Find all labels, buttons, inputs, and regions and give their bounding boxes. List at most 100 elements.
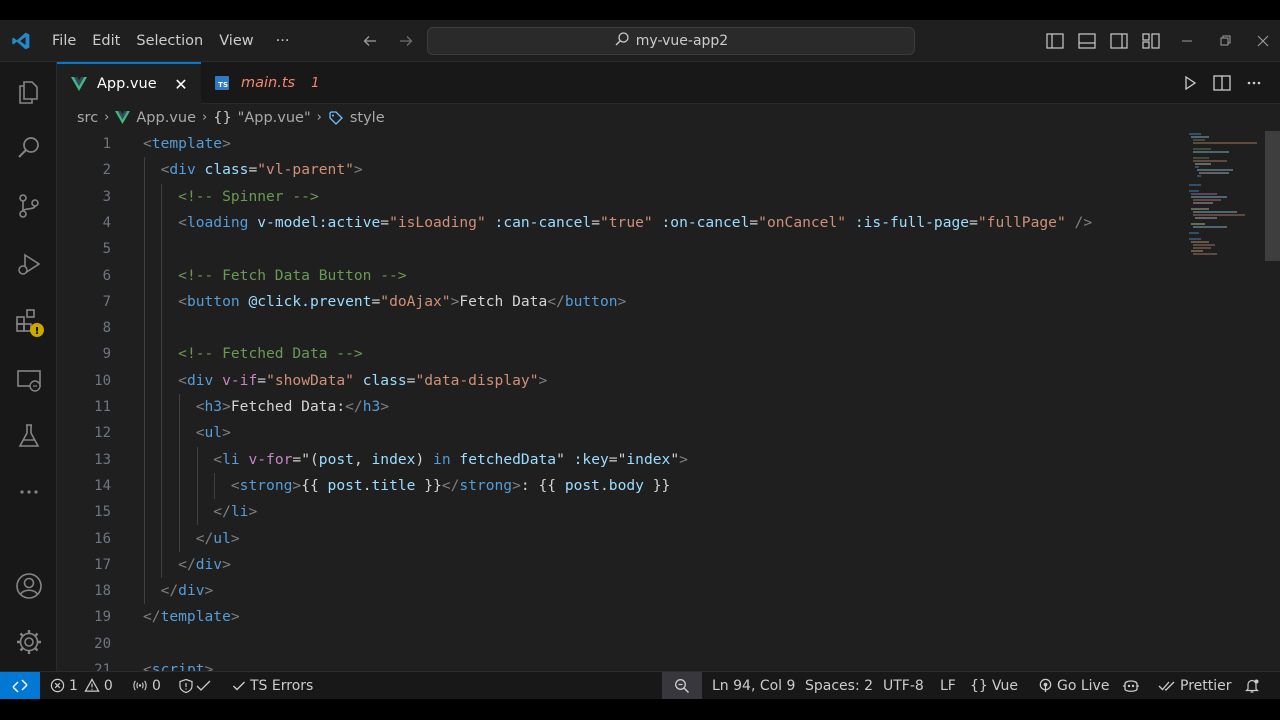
menu-selection[interactable]: Selection <box>128 28 211 54</box>
indentation[interactable]: Spaces: 2 <box>805 672 873 699</box>
arrow-right-icon[interactable] <box>394 28 418 54</box>
go-live-button[interactable]: Go Live <box>1038 672 1109 699</box>
zoom-icon[interactable] <box>662 672 702 699</box>
indent-guide <box>214 472 216 500</box>
code-line[interactable]: </template> <box>143 604 240 630</box>
code-token: </ <box>213 503 231 521</box>
split-editor-icon[interactable] <box>1210 71 1234 95</box>
code-area[interactable]: <template> <div class="vl-parent"> <!-- … <box>143 131 1183 671</box>
scrollbar-thumb[interactable] <box>1265 131 1280 261</box>
code-editor[interactable]: 1 2 3 4 5 6 7 8 9 10 11 12 13 14 15 16 17 18 19 20 21 <templ… <box>57 131 1280 671</box>
error-icon <box>50 678 65 693</box>
code-token: li <box>230 503 249 521</box>
menu-view[interactable]: View <box>211 28 261 54</box>
code-token: title <box>371 476 416 494</box>
code-line[interactable]: <div class="vl-parent"> <box>143 157 363 183</box>
code-token: ( <box>309 450 319 468</box>
customize-layout-icon[interactable] <box>1139 29 1163 53</box>
code-token: :key <box>573 450 609 468</box>
breadcrumb-file[interactable]: App.vue <box>136 110 196 126</box>
close-icon[interactable] <box>1244 20 1280 62</box>
code-line[interactable]: </div> <box>143 552 231 578</box>
testing-icon[interactable] <box>0 412 57 460</box>
code-token: = <box>257 371 267 389</box>
close-tab-icon[interactable]: ✕ <box>171 74 191 94</box>
ts-errors-button[interactable]: TS Errors <box>232 672 313 699</box>
editor-actions <box>1178 71 1266 95</box>
prettier-status[interactable]: Prettier <box>1158 672 1232 699</box>
code-line[interactable]: <button @click.prevent="doAjax">Fetch Da… <box>143 289 626 315</box>
vertical-scrollbar[interactable] <box>1265 131 1280 671</box>
code-token: . <box>599 476 609 494</box>
menu-edit[interactable]: Edit <box>84 28 128 54</box>
toggle-panel-icon[interactable] <box>1075 29 1099 53</box>
extensions-icon[interactable]: ! <box>0 298 57 346</box>
more-actions-icon[interactable] <box>1242 71 1266 95</box>
run-icon[interactable] <box>1178 71 1202 95</box>
code-token: = <box>591 213 600 231</box>
run-debug-icon[interactable] <box>0 240 57 288</box>
end-of-line[interactable]: LF <box>940 672 956 699</box>
explorer-icon[interactable] <box>0 68 57 116</box>
cursor-position[interactable]: Ln 94, Col 9 <box>712 672 795 699</box>
toggle-secondary-sidebar-icon[interactable] <box>1107 29 1131 53</box>
accounts-icon[interactable] <box>0 562 57 610</box>
encoding[interactable]: UTF-8 <box>883 672 924 699</box>
toggle-primary-sidebar-icon[interactable] <box>1043 29 1067 53</box>
minimize-icon[interactable] <box>1168 20 1206 62</box>
code-line[interactable]: </div> <box>143 578 214 604</box>
language-mode[interactable]: {} Vue <box>970 672 1018 699</box>
code-line[interactable]: <li v-for="(post, index) in fetchedData"… <box>143 447 688 473</box>
code-line[interactable]: <!-- Spinner --> <box>143 184 319 210</box>
code-line[interactable]: <ul> <box>143 420 231 446</box>
breadcrumb-symbol[interactable]: style <box>350 110 385 126</box>
code-line[interactable]: </li> <box>143 499 257 525</box>
code-token: = <box>608 450 618 468</box>
code-line[interactable]: <loading v-model:active="isLoading" :can… <box>143 210 1092 236</box>
remote-explorer-icon[interactable] <box>0 356 57 404</box>
code-line[interactable]: <strong>{{ post.title }}</strong>: {{ po… <box>143 473 670 499</box>
bottom-letterbox <box>0 699 1280 720</box>
code-token: = <box>380 213 390 231</box>
manage-gear-icon[interactable] <box>0 618 57 666</box>
problems-indicator[interactable]: 1 0 <box>50 672 113 699</box>
security-status[interactable] <box>178 672 212 699</box>
code-line[interactable]: <template> <box>143 131 231 157</box>
code-token: strong <box>239 476 293 494</box>
remote-icon[interactable] <box>0 672 40 699</box>
restore-icon[interactable] <box>1206 20 1244 62</box>
breadcrumb-section[interactable]: "App.vue" <box>238 110 311 126</box>
code-token: index <box>371 450 416 468</box>
bell-icon[interactable] <box>1244 672 1260 699</box>
code-token: = <box>371 292 381 310</box>
copilot-icon[interactable] <box>1122 672 1140 699</box>
code-token: </ <box>345 398 363 415</box>
code-token: button <box>186 292 240 310</box>
menu-more[interactable]: ··· <box>268 28 298 54</box>
code-token: = <box>969 213 978 231</box>
code-line[interactable]: <script> <box>143 657 213 671</box>
more-icon[interactable] <box>0 468 57 516</box>
code-line[interactable]: </ul> <box>143 526 240 552</box>
command-center-search[interactable]: my-vue-app2 <box>427 27 915 55</box>
code-token: > <box>292 476 302 494</box>
tab-app-vue[interactable]: App.vue ✕ <box>57 62 201 104</box>
source-control-icon[interactable] <box>0 182 57 230</box>
search-view-icon[interactable] <box>0 124 57 172</box>
code-line[interactable]: <!-- Fetched Data --> <box>143 341 363 367</box>
arrow-left-icon[interactable] <box>358 28 382 54</box>
code-token: <!-- Fetched Data --> <box>178 345 363 363</box>
breadcrumb-folder[interactable]: src <box>77 110 98 126</box>
code-token: > <box>380 398 390 415</box>
code-line[interactable]: <div v-if="showData" class="data-display… <box>143 368 547 394</box>
ports-indicator[interactable]: 0 <box>132 672 161 699</box>
code-line[interactable]: <!-- Fetch Data Button --> <box>143 263 406 289</box>
menu-file[interactable]: File <box>44 28 84 54</box>
code-token: . <box>362 476 372 494</box>
language-label: Vue <box>991 677 1018 694</box>
minimap[interactable] <box>1187 131 1265 261</box>
code-token: /> <box>1074 213 1093 231</box>
tab-main-ts[interactable]: TS main.ts 1 <box>201 62 347 104</box>
